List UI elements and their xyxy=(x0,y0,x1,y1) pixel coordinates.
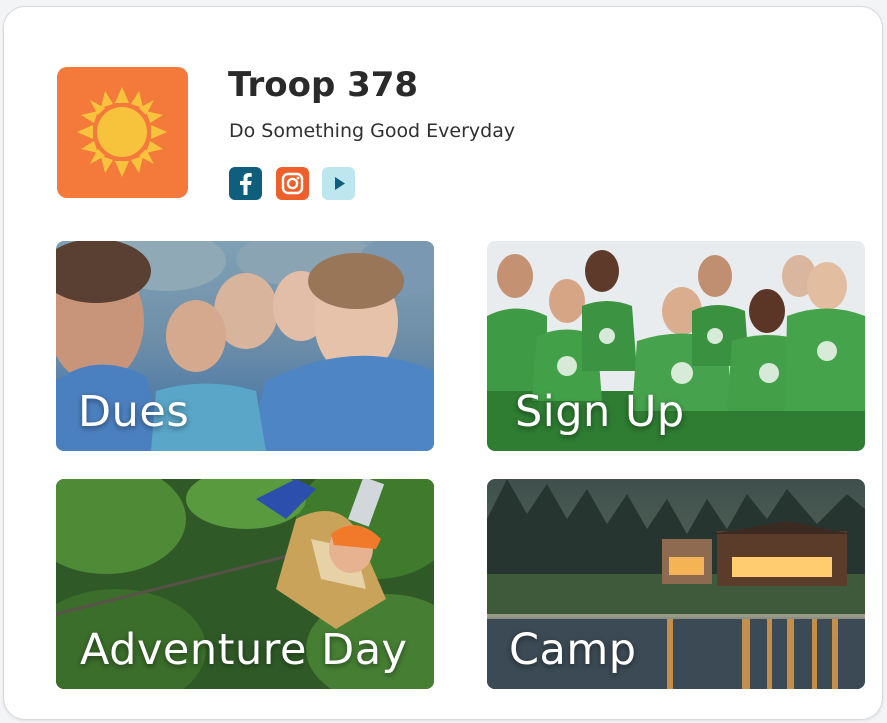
adventure-day-label: Adventure Day xyxy=(80,625,408,675)
troop-logo xyxy=(57,67,188,198)
sign-up-label: Sign Up xyxy=(515,387,685,437)
sun-icon xyxy=(77,87,167,177)
facebook-icon xyxy=(240,173,252,195)
dues-label: Dues xyxy=(78,387,190,437)
troop-tagline: Do Something Good Everyday xyxy=(229,120,516,142)
facebook-link[interactable] xyxy=(229,167,262,200)
play-icon xyxy=(335,177,345,190)
troop-card: Troop 378 Do Something Good Everyday Due… xyxy=(3,6,883,720)
camp-tile[interactable]: Camp xyxy=(487,479,865,689)
youtube-link[interactable] xyxy=(322,167,355,200)
adventure-day-tile[interactable]: Adventure Day xyxy=(56,479,434,689)
instagram-link[interactable] xyxy=(276,167,309,200)
dues-tile[interactable]: Dues xyxy=(56,241,434,451)
sign-up-tile[interactable]: Sign Up xyxy=(487,241,865,451)
instagram-icon xyxy=(281,172,304,195)
camp-label: Camp xyxy=(509,625,637,675)
troop-name: Troop 378 xyxy=(228,65,419,105)
